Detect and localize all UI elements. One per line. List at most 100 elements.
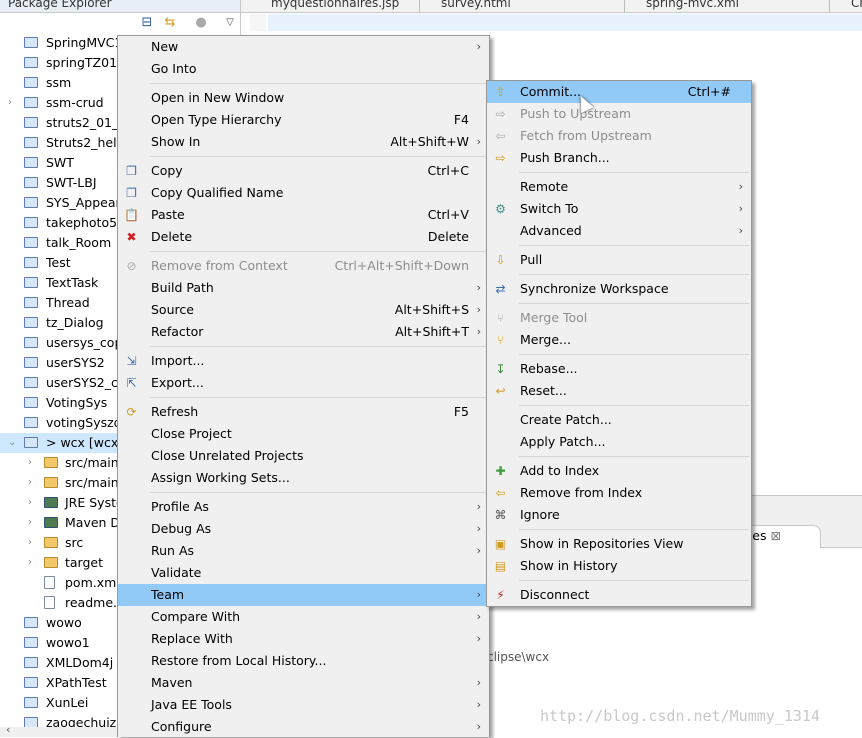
menu-item-remove-from-index[interactable]: ⇦ Remove from Index [487,482,751,504]
menu-item-add-to-index[interactable]: ✚ Add to Index [487,460,751,482]
menu-item-fetch-from-upstream[interactable]: ⇦ Fetch from Upstream [487,125,751,147]
chevron-right-icon[interactable]: › [28,553,38,573]
menu-item-label: Add to Index [520,463,600,478]
menu-item-restore-from-local-history[interactable]: Restore from Local History... [118,650,489,672]
link-with-editor-icon[interactable]: ⇆ [162,15,178,31]
menu-item-new[interactable]: New › [118,36,489,58]
menu-item-import[interactable]: ⇲ Import... [118,350,489,372]
menu-item-remove-from-context[interactable]: ⊘ Remove from Context Ctrl+Alt+Shift+Down [118,255,489,277]
menu-item-reset[interactable]: ↩ Reset... [487,380,751,402]
menu-separator [487,169,751,176]
menu-item-disconnect[interactable]: ⚡ Disconnect [487,584,751,606]
menu-item-assign-working-sets[interactable]: Assign Working Sets... [118,467,489,489]
menu-item-source[interactable]: Source Alt+Shift+S › [118,299,489,321]
menu-item-java-ee-tools[interactable]: Java EE Tools › [118,694,489,716]
menu-item-delete[interactable]: ✖ Delete Delete [118,226,489,248]
file-icon [44,596,55,609]
chevron-right-icon[interactable]: › [28,493,38,513]
menu-item-pull[interactable]: ⇩ Pull [487,249,751,271]
menu-item-show-in-history[interactable]: ▤ Show in History [487,555,751,577]
editor-tab[interactable]: survey.html [419,0,625,12]
menu-item-copy[interactable]: ❐ Copy Ctrl+C [118,160,489,182]
menu-item-open-type-hierarchy[interactable]: Open Type Hierarchy F4 [118,109,489,131]
menu-item-show-in-repositories-view[interactable]: ▣ Show in Repositories View [487,533,751,555]
menu-item-run-as[interactable]: Run As › [118,540,489,562]
menu-item-label: Rebase... [520,361,578,376]
editor-tab[interactable]: CheckLoginInterceptor.java [829,0,862,12]
menu-item-paste[interactable]: 📋 Paste Ctrl+V [118,204,489,226]
menu-item-create-patch[interactable]: Create Patch... [487,409,751,431]
menu-item-build-path[interactable]: Build Path › [118,277,489,299]
menu-item-remote[interactable]: Remote › [487,176,751,198]
menu-item-switch-to[interactable]: ⚙ Switch To › [487,198,751,220]
menu-item-label: Switch To [520,201,579,216]
menu-item-export[interactable]: ⇱ Export... [118,372,489,394]
menu-item-label: Debug As [151,521,212,536]
package-icon [44,477,58,488]
menu-item-compare-with[interactable]: Compare With › [118,606,489,628]
project-icon [24,637,38,648]
chevron-right-icon[interactable]: › [28,473,38,493]
ignore-icon: ⌘ [494,508,507,522]
menu-item-team[interactable]: Team › [118,584,489,606]
chevron-right-icon[interactable]: › [28,513,38,533]
tree-item-label: votingSyszq [46,415,122,430]
menu-item-merge[interactable]: ⑂ Merge... [487,329,751,351]
remove-index-icon: ⇦ [495,486,506,500]
menu-item-label: Show in Repositories View [520,536,684,551]
chevron-right-icon[interactable]: › [28,533,38,553]
filter-icon[interactable]: ● [193,15,209,31]
menu-item-close-project[interactable]: Close Project [118,423,489,445]
menu-item-refresh[interactable]: ⟳ Refresh F5 [118,401,489,423]
watermark: http://blog.csdn.net/Mummy_1314 [540,707,820,725]
menu-item-advanced[interactable]: Advanced › [487,220,751,242]
collapse-all-icon[interactable]: ⊟ [139,15,155,31]
menu-separator [118,394,489,401]
menu-item-show-in[interactable]: Show In Alt+Shift+W › [118,131,489,153]
menu-item-validate[interactable]: Validate [118,562,489,584]
tree-item-label: > wcx [wcx [46,435,119,450]
menu-item-push-to-upstream[interactable]: ⇨ Push to Upstream [487,103,751,125]
project-icon [24,657,38,668]
editor-tab[interactable]: myquestionnaires.jsp [249,0,420,12]
menu-item-merge-tool[interactable]: ⑂ Merge Tool [487,307,751,329]
menu-item-debug-as[interactable]: Debug As › [118,518,489,540]
menu-item-label: Refresh [151,404,199,419]
menu-item-go-into[interactable]: Go Into [118,58,489,80]
menu-item-profile-as[interactable]: Profile As › [118,496,489,518]
chevron-right-icon[interactable]: › [8,93,18,113]
menu-item-maven[interactable]: Maven › [118,672,489,694]
chevron-right-icon[interactable]: › [28,453,38,473]
menu-item-label: Advanced [520,223,582,238]
menu-item-configure[interactable]: Configure › [118,716,489,738]
menu-item-shortcut: Ctrl+V [427,207,469,222]
export-icon: ⇱ [126,376,137,390]
refresh-icon: ⟳ [126,405,137,419]
menu-item-commit[interactable]: ⇪ Commit... Ctrl+# [487,81,751,103]
menu-item-close-unrelated-projects[interactable]: Close Unrelated Projects [118,445,489,467]
menu-item-push-branch[interactable]: ⇨ Push Branch... [487,147,751,169]
menu-item-label: Show in History [520,558,618,573]
package-icon [44,537,58,548]
close-icon[interactable]: ⊠ [770,528,780,543]
editor-tab[interactable]: spring-mvc.xml [624,0,830,12]
tree-item-label: usersys_cop [46,335,123,350]
menu-item-rebase[interactable]: ↧ Rebase... [487,358,751,380]
menu-separator [487,453,751,460]
menu-item-open-in-new-window[interactable]: Open in New Window [118,87,489,109]
menu-separator [487,402,751,409]
tree-item-label: springTZ01- [46,55,122,70]
menu-item-copy-qualified-name[interactable]: ❐ Copy Qualified Name [118,182,489,204]
menu-item-label: Reset... [520,383,567,398]
menu-separator [118,343,489,350]
view-menu-icon[interactable]: ▽ [222,15,238,31]
menu-item-synchronize-workspace[interactable]: ⇄ Synchronize Workspace [487,278,751,300]
menu-item-refactor[interactable]: Refactor Alt+Shift+T › [118,321,489,343]
menu-item-replace-with[interactable]: Replace With › [118,628,489,650]
menu-item-ignore[interactable]: ⌘ Ignore [487,504,751,526]
chevron-down-icon[interactable]: ⌄ [8,433,18,453]
tree-item-label: target [65,555,104,570]
scroll-left-icon[interactable]: ‹ [6,723,10,736]
copy-icon: ❐ [126,164,137,178]
menu-item-apply-patch[interactable]: Apply Patch... [487,431,751,453]
